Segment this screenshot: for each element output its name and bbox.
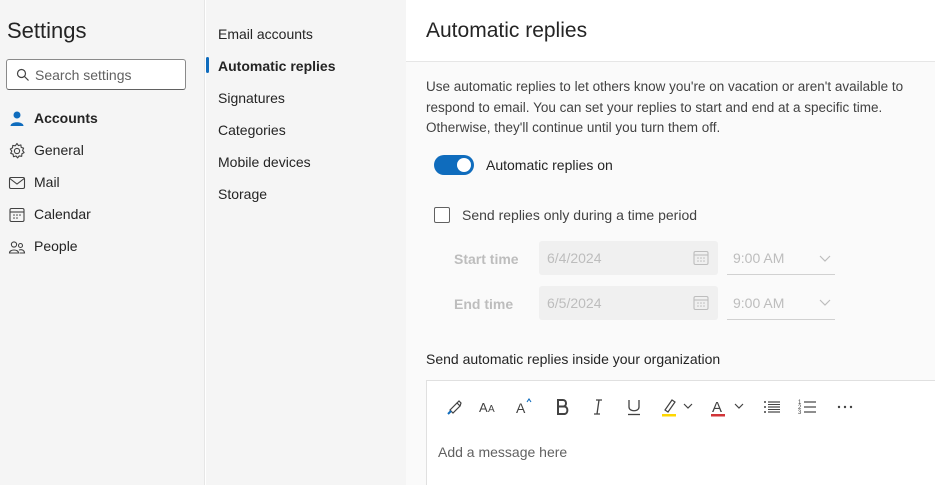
end-time-value: 9:00 AM (733, 295, 785, 311)
sidebar-item-label: Calendar (34, 206, 91, 222)
subnav-item-label: Categories (218, 122, 286, 138)
italic-icon[interactable] (587, 395, 609, 419)
automatic-replies-toggle[interactable] (434, 155, 474, 175)
toggle-label: Automatic replies on (486, 157, 613, 173)
message-editor[interactable]: AA A A 123 Add a message here (426, 380, 935, 485)
numbering-icon[interactable]: 123 (797, 395, 819, 419)
underline-icon[interactable] (623, 395, 645, 419)
search-icon (16, 68, 29, 81)
start-time-value: 9:00 AM (733, 250, 785, 266)
settings-sidebar: Settings Search settings Accounts Genera… (0, 0, 205, 485)
sidebar-item-general[interactable]: General (0, 137, 205, 165)
sidebar-item-accounts[interactable]: Accounts (0, 105, 205, 133)
automatic-replies-panel: Automatic replies Use automatic replies … (406, 0, 935, 485)
sidebar-item-label: Accounts (34, 110, 98, 126)
search-settings-input[interactable]: Search settings (6, 59, 186, 90)
accounts-subnav: Email accounts Automatic replies Signatu… (206, 0, 406, 485)
format-painter-icon[interactable] (443, 395, 465, 419)
bold-icon[interactable] (551, 395, 573, 419)
gear-icon (9, 142, 25, 159)
sidebar-item-people[interactable]: People (0, 233, 205, 261)
calendar-icon (693, 250, 709, 266)
calendar-icon (693, 295, 709, 311)
chevron-down-icon[interactable] (818, 251, 832, 265)
sidebar-item-calendar[interactable]: Calendar (0, 201, 205, 229)
svg-text:A: A (712, 399, 722, 416)
person-icon (10, 111, 24, 126)
svg-text:A: A (479, 400, 488, 415)
people-icon (8, 241, 26, 254)
search-placeholder: Search settings (35, 67, 132, 83)
description-text: Use automatic replies to let others know… (426, 79, 904, 135)
end-date-picker[interactable]: 6/5/2024 (539, 286, 718, 320)
subnav-item-email-accounts[interactable]: Email accounts (206, 23, 406, 47)
sidebar-item-label: People (34, 238, 78, 254)
grow-font-icon[interactable]: A (513, 395, 537, 419)
bullets-icon[interactable] (761, 395, 783, 419)
settings-title: Settings (7, 18, 87, 43)
sidebar-item-mail[interactable]: Mail (0, 169, 205, 197)
subnav-item-storage[interactable]: Storage (206, 183, 406, 207)
start-time-label: Start time (454, 251, 519, 267)
sidebar-item-label: General (34, 142, 84, 158)
panel-header: Automatic replies (406, 0, 935, 62)
subnav-item-automatic-replies[interactable]: Automatic replies (206, 55, 406, 79)
inside-org-label: Send automatic replies inside your organ… (426, 351, 721, 367)
message-placeholder: Add a message here (438, 444, 568, 460)
svg-text:A: A (516, 400, 526, 416)
subnav-item-signatures[interactable]: Signatures (206, 87, 406, 111)
subnav-item-label: Automatic replies (218, 58, 336, 74)
more-options-icon[interactable] (833, 395, 857, 419)
end-date-value: 6/5/2024 (547, 295, 602, 311)
subnav-item-mobile-devices[interactable]: Mobile devices (206, 151, 406, 175)
subnav-item-label: Signatures (218, 90, 285, 106)
start-date-value: 6/4/2024 (547, 250, 602, 266)
time-period-checkbox[interactable] (434, 207, 450, 223)
toggle-knob (457, 158, 471, 172)
svg-text:3: 3 (798, 410, 802, 416)
svg-text:A: A (488, 404, 495, 415)
mail-icon (8, 176, 26, 190)
subnav-item-label: Email accounts (218, 26, 313, 42)
start-date-picker[interactable]: 6/4/2024 (539, 241, 718, 275)
page-title: Automatic replies (426, 19, 588, 42)
sidebar-item-label: Mail (34, 174, 60, 190)
font-size-icon[interactable]: AA (477, 395, 501, 419)
font-color-icon[interactable]: A (707, 395, 749, 419)
chevron-down-icon[interactable] (818, 295, 832, 309)
subnav-item-label: Mobile devices (218, 154, 311, 170)
highlight-icon[interactable] (659, 395, 699, 419)
subnav-item-label: Storage (218, 186, 268, 202)
calendar-icon (9, 207, 25, 223)
end-time-label: End time (454, 296, 514, 312)
time-period-label: Send replies only during a time period (462, 207, 698, 223)
subnav-item-categories[interactable]: Categories (206, 119, 406, 143)
